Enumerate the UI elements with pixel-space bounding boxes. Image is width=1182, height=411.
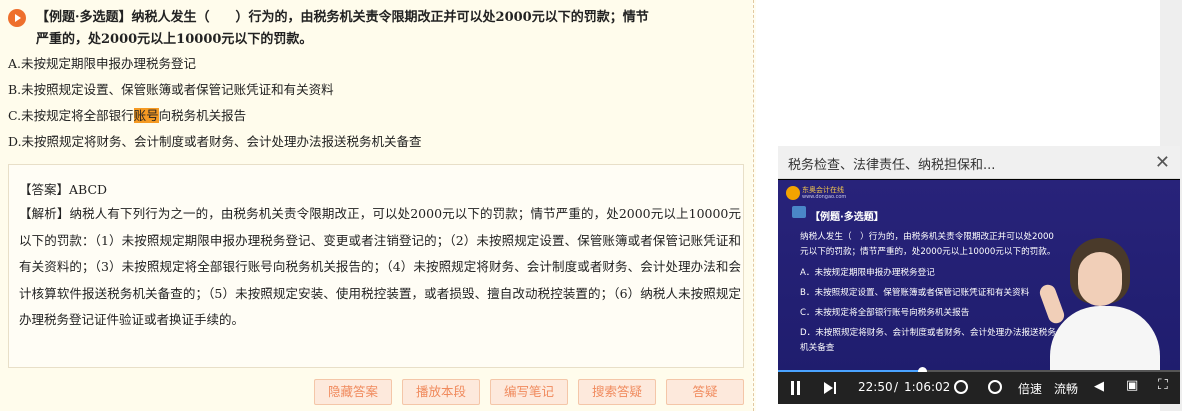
write-note-button[interactable]: 编写笔记 — [490, 379, 568, 405]
next-icon[interactable] — [824, 381, 838, 395]
forward-icon[interactable] — [988, 380, 1002, 394]
option-a-text: A.未按规定期限申报办理税务登记 — [8, 56, 197, 71]
slide-line: B．未按照规定设置、保管账簿或者保管记账凭证和有关资料 — [800, 288, 1030, 298]
question-panel: 【例题·多选题】纳税人发生（ ）行为的，由税务机关责令限期改正并可以处2000元… — [0, 0, 752, 411]
current-time: 22:50 — [858, 380, 893, 394]
option-b-text: B.未按照规定设置、保管账簿或者保管记账凭证和有关资料 — [8, 82, 334, 97]
pause-icon[interactable] — [790, 381, 802, 395]
option-b: B.未按照规定设置、保管账簿或者保管记账凭证和有关资料 — [8, 79, 334, 98]
slide-logo-url: www.dongao.com — [802, 194, 847, 200]
slide-line: A．未按规定期限申报办理税务登记 — [800, 268, 935, 278]
option-c-text-post: 向税务机关报告 — [158, 108, 247, 123]
hide-answer-button[interactable]: 隐藏答案 — [314, 379, 392, 405]
slide-line: 机关备查 — [800, 343, 835, 353]
slide-heading: 【例题·多选题】 — [810, 212, 884, 223]
divider — [753, 0, 754, 411]
option-c: C.未按规定将全部银行账号向税务机关报告 — [8, 105, 246, 124]
ask-button[interactable]: 答疑 — [666, 379, 744, 405]
time-separator: / — [894, 380, 899, 394]
video-title: 税务检查、法律责任、纳税担保和... — [788, 158, 996, 173]
volume-icon[interactable]: ◀ — [1094, 379, 1104, 394]
slide-line: D．未按照规定将财务、会计制度或者财务、会计处理办法报送税务 — [800, 328, 1056, 338]
question-line-1: 【例题·多选题】纳税人发生（ ）行为的，由税务机关责令限期改正并可以处2000元… — [36, 10, 649, 25]
fullscreen-icon[interactable]: ⛶ — [1158, 377, 1168, 393]
logo-icon — [786, 186, 800, 200]
slide-line: 元以下的罚款；情节严重的，处2000元以上10000元以下的罚款。 — [800, 247, 1056, 257]
video-frame[interactable]: 东奥会计在线 www.dongao.com 【例题·多选题】 纳税人发生（ ）行… — [778, 180, 1180, 372]
video-player[interactable]: 税务检查、法律责任、纳税担保和... ✕ 东奥会计在线 www.dongao.c… — [778, 146, 1180, 404]
answer-label: 【答案】ABCD — [19, 182, 108, 197]
option-d: D.未按照规定将财务、会计制度或者财务、会计处理办法报送税务机关备查 — [8, 131, 422, 150]
speed-button[interactable]: 倍速 — [1018, 380, 1042, 397]
picture-in-picture-icon[interactable]: ▣ — [1126, 378, 1138, 393]
control-bar — [778, 372, 1180, 404]
option-d-text: D.未按照规定将财务、会计制度或者财务、会计处理办法报送税务机关备查 — [8, 134, 422, 149]
search-qa-button[interactable]: 搜索答疑 — [578, 379, 656, 405]
question-line-2: 严重的，处2000元以上10000元以下的罚款。 — [36, 32, 313, 47]
rewind-icon[interactable] — [954, 380, 968, 394]
option-c-highlight: 账号 — [133, 108, 159, 123]
analysis-text: 【解析】纳税人有下列行为之一的，由税务机关责令限期改正，可以处2000元以下的罚… — [19, 206, 741, 328]
video-title-bar[interactable]: 税务检查、法律责任、纳税担保和... ✕ — [778, 146, 1180, 179]
total-time: 1:06:02 — [904, 380, 951, 394]
close-icon[interactable]: ✕ — [1155, 152, 1170, 173]
slide-badge-icon — [792, 206, 806, 218]
quality-button[interactable]: 流畅 — [1054, 380, 1078, 397]
option-c-text-pre: C.未按规定将全部银行 — [8, 108, 134, 123]
answer-box: 【答案】ABCD 【解析】纳税人有下列行为之一的，由税务机关责令限期改正，可以处… — [8, 164, 744, 368]
slide-line: 纳税人发生（ ）行为的，由税务机关责令限期改正并可以处2000 — [800, 232, 1054, 242]
presenter-image — [1037, 236, 1170, 372]
slide-line: C．未按规定将全部银行账号向税务机关报告 — [800, 308, 970, 318]
question-text: 【例题·多选题】纳税人发生（ ）行为的，由税务机关责令限期改正并可以处2000元… — [36, 7, 748, 51]
play-section-button[interactable]: 播放本段 — [402, 379, 480, 405]
play-icon[interactable] — [8, 9, 26, 27]
option-a: A.未按规定期限申报办理税务登记 — [8, 53, 196, 72]
